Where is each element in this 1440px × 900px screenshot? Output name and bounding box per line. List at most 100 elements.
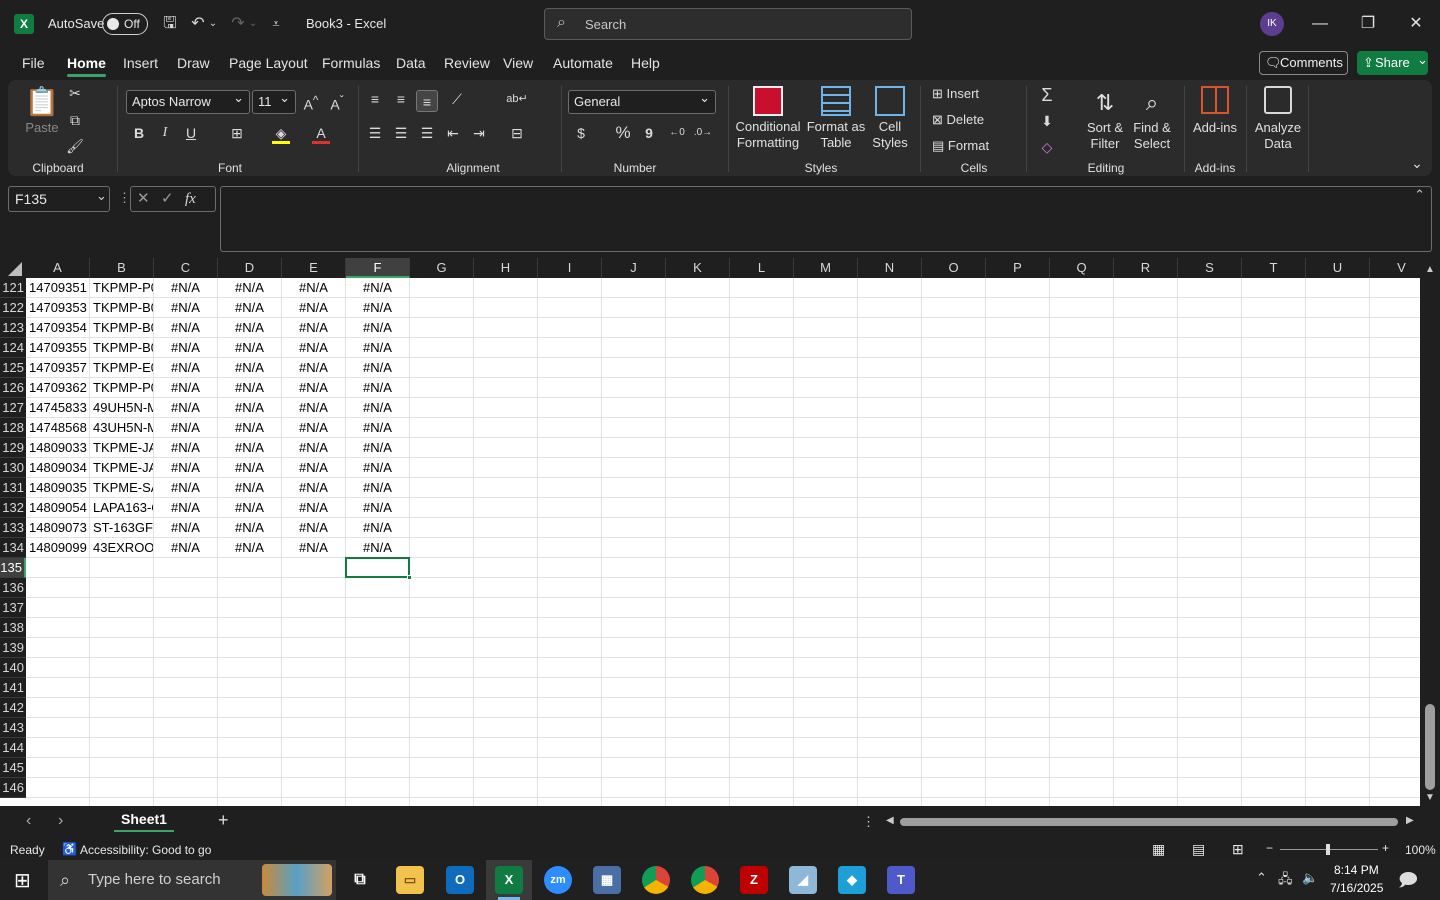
table-cell[interactable]: #N/A <box>346 278 409 298</box>
insert-function-icon[interactable]: fx <box>185 187 196 211</box>
table-cell[interactable]: #N/A <box>154 398 217 418</box>
table-cell[interactable]: 14809054 <box>26 498 89 518</box>
cut-icon[interactable]: ✂ <box>64 82 86 104</box>
clear-icon[interactable]: ◇ <box>1036 136 1058 158</box>
table-cell[interactable]: 14748568 <box>26 418 89 438</box>
table-cell[interactable]: TKPMP-B0 <box>90 298 153 318</box>
table-cell[interactable]: #N/A <box>218 398 281 418</box>
page-break-view-icon[interactable]: ⊞ <box>1232 841 1244 858</box>
table-cell[interactable]: TKPMP-B0 <box>90 338 153 358</box>
fill-handle[interactable] <box>407 575 412 580</box>
table-cell[interactable]: TKPMP-P0 <box>90 278 153 298</box>
zoom-app-icon[interactable]: zm <box>544 866 572 894</box>
fill-color-icon[interactable]: ◈ <box>270 122 292 144</box>
zoom-slider-thumb[interactable] <box>1326 844 1330 855</box>
select-all-icon[interactable] <box>8 262 22 276</box>
table-cell[interactable]: #N/A <box>154 358 217 378</box>
column-header[interactable]: F <box>346 258 410 278</box>
column-header[interactable]: D <box>218 258 282 278</box>
table-cell[interactable]: TKPMP-E0 <box>90 358 153 378</box>
table-cell[interactable]: #N/A <box>218 278 281 298</box>
table-cell[interactable]: 49UH5N-M <box>90 398 153 418</box>
row-header[interactable]: 140 <box>0 658 26 678</box>
row-header[interactable]: 137 <box>0 598 26 618</box>
column-header[interactable]: B <box>90 258 154 278</box>
tab-formulas[interactable]: Formulas <box>322 55 380 71</box>
notification-icon[interactable]: 🗩 <box>1398 868 1418 898</box>
column-header[interactable]: V <box>1370 258 1420 278</box>
table-cell[interactable]: 14745833 <box>26 398 89 418</box>
calculator-icon[interactable]: ▦ <box>593 866 621 894</box>
table-cell[interactable]: #N/A <box>218 338 281 358</box>
table-cell[interactable]: #N/A <box>154 378 217 398</box>
row-header[interactable]: 125 <box>0 358 26 378</box>
table-cell[interactable]: #N/A <box>218 378 281 398</box>
customize-qat-icon[interactable]: ⩡ <box>266 14 286 34</box>
table-cell[interactable]: #N/A <box>346 338 409 358</box>
conditional-formatting-button[interactable]: Conditional Formatting <box>730 86 806 151</box>
table-cell[interactable]: #N/A <box>346 318 409 338</box>
redo-icon[interactable]: ↷ <box>228 14 248 34</box>
row-header[interactable]: 131 <box>0 478 26 498</box>
decrease-indent-icon[interactable]: ⇤ <box>442 122 464 144</box>
tab-home[interactable]: Home <box>67 55 106 77</box>
table-cell[interactable]: #N/A <box>346 498 409 518</box>
table-cell[interactable]: 43UH5N-M <box>90 418 153 438</box>
table-cell[interactable]: 14709355 <box>26 338 89 358</box>
table-cell[interactable]: 14809035 <box>26 478 89 498</box>
network-icon[interactable]: 🖧 <box>1278 870 1293 892</box>
table-cell[interactable]: #N/A <box>154 298 217 318</box>
table-cell[interactable]: TKPME-JAI <box>90 438 153 458</box>
table-cell[interactable]: 14709362 <box>26 378 89 398</box>
align-bottom-icon[interactable]: ≡ <box>416 90 438 112</box>
table-cell[interactable]: #N/A <box>282 318 345 338</box>
table-cell[interactable]: #N/A <box>154 538 217 558</box>
table-cell[interactable]: #N/A <box>154 278 217 298</box>
collapse-formula-icon[interactable]: ⌃ <box>1414 187 1425 203</box>
table-cell[interactable]: #N/A <box>218 298 281 318</box>
align-left-icon[interactable]: ☰ <box>364 122 386 144</box>
paste-button[interactable]: 📋 Paste <box>22 84 62 144</box>
column-header[interactable]: K <box>666 258 730 278</box>
row-header[interactable]: 138 <box>0 618 26 638</box>
scroll-left-icon[interactable]: ◀ <box>886 815 894 826</box>
font-name-select[interactable]: Aptos Narrow <box>126 87 250 114</box>
table-cell[interactable]: TKPMP-B0 <box>90 318 153 338</box>
percent-icon[interactable]: % <box>612 122 634 144</box>
table-cell[interactable]: #N/A <box>154 418 217 438</box>
table-cell[interactable]: 43EXROOI <box>90 538 153 558</box>
format-cells-button[interactable]: ▤ Format <box>932 138 1004 154</box>
prev-sheet-icon[interactable]: ‹ <box>26 812 31 830</box>
table-cell[interactable]: #N/A <box>218 318 281 338</box>
format-painter-icon[interactable]: 🖌 <box>64 135 86 157</box>
number-format-select[interactable]: General <box>568 87 716 114</box>
table-cell[interactable]: 14809099 <box>26 538 89 558</box>
table-cell[interactable]: LAPA163-C <box>90 498 153 518</box>
column-header[interactable]: G <box>410 258 474 278</box>
table-cell[interactable]: #N/A <box>218 438 281 458</box>
row-header[interactable]: 134 <box>0 538 26 558</box>
table-cell[interactable]: ST-163GF <box>90 518 153 538</box>
table-cell[interactable]: #N/A <box>346 458 409 478</box>
table-cell[interactable]: 14809073 <box>26 518 89 538</box>
clock-date[interactable]: 7/16/2025 <box>1330 881 1383 895</box>
table-cell[interactable]: #N/A <box>154 318 217 338</box>
row-header[interactable]: 143 <box>0 718 26 738</box>
row-header[interactable]: 127 <box>0 398 26 418</box>
row-header[interactable]: 129 <box>0 438 26 458</box>
task-view-icon[interactable]: ⧉ <box>346 866 374 894</box>
italic-icon[interactable]: I <box>154 122 176 144</box>
tray-chevron-icon[interactable]: ⌃ <box>1256 870 1267 886</box>
table-cell[interactable]: #N/A <box>282 418 345 438</box>
column-header[interactable]: J <box>602 258 666 278</box>
column-header[interactable]: A <box>26 258 90 278</box>
row-header[interactable]: 144 <box>0 738 26 758</box>
scroll-up-icon[interactable]: ▲ <box>1425 264 1435 275</box>
save-icon[interactable]: 🖫 <box>160 14 180 34</box>
tab-file[interactable]: File <box>22 55 45 71</box>
sheet-tab-sheet1[interactable]: Sheet1 <box>114 806 174 832</box>
zoom-in-icon[interactable]: + <box>1382 841 1389 855</box>
currency-icon[interactable]: $ <box>570 122 592 144</box>
table-cell[interactable]: #N/A <box>282 298 345 318</box>
table-cell[interactable]: #N/A <box>154 438 217 458</box>
